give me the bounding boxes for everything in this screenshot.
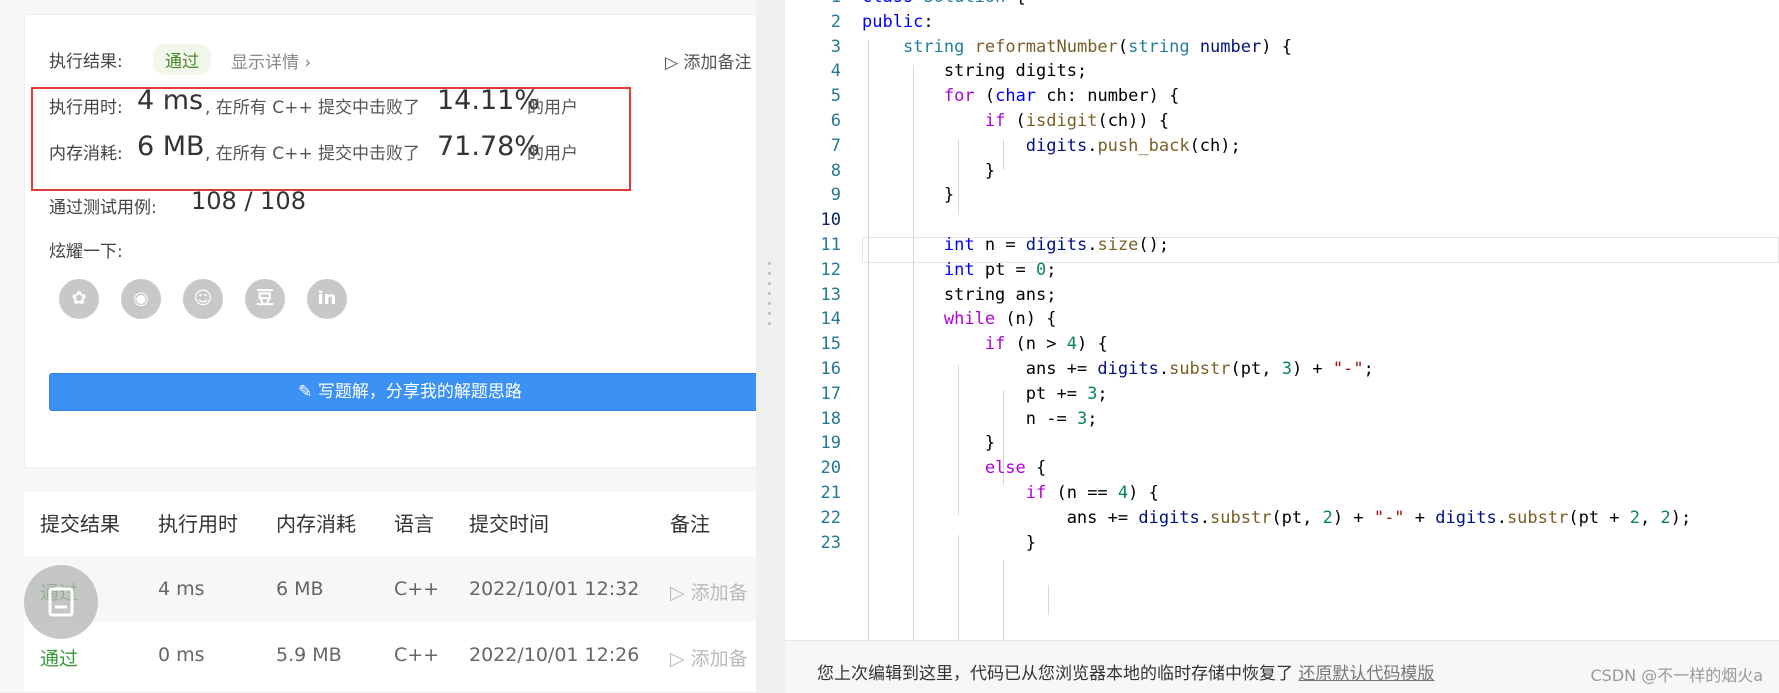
line-number: 4: [830, 61, 841, 82]
line-number: 13: [820, 284, 841, 305]
result-card: 执行结果: 通过 显示详情 › ▷ 添加备注 执行用时: 4 ms , 在所有 …: [24, 14, 756, 468]
submissions-table: 提交结果 执行用时 内存消耗 语言 提交时间 备注 通过 4 ms 6 MB C…: [24, 492, 756, 692]
line-number: 3: [830, 36, 841, 57]
pane-resize-handle[interactable]: [756, 0, 784, 692]
row-runtime: 0 ms: [158, 644, 205, 666]
row-date: 2022/10/01 12:32: [469, 578, 640, 600]
line-number: 19: [820, 433, 841, 454]
line-number: 16: [820, 359, 841, 379]
code-line[interactable]: }: [862, 433, 995, 453]
line-number: 9: [830, 185, 841, 206]
line-number: 17: [820, 383, 841, 404]
line-number: 7: [830, 135, 841, 156]
line-number: 11: [820, 235, 841, 255]
row-add-note[interactable]: ▷ 添加备: [670, 578, 748, 605]
code-line[interactable]: digits.push_back(ch);: [862, 136, 1241, 156]
code-line[interactable]: ans += digits.substr(pt, 3) + "-";: [862, 359, 1374, 379]
code-line[interactable]: string digits;: [862, 61, 1087, 81]
share-label: 炫耀一下:: [49, 242, 123, 262]
submission-panel: 执行结果: 通过 显示详情 › ▷ 添加备注 执行用时: 4 ms , 在所有 …: [0, 0, 756, 692]
row-language: C++: [394, 644, 440, 666]
code-line[interactable]: if (n == 4) {: [862, 483, 1159, 503]
header-language: 语言: [394, 512, 434, 536]
memory-beat-text: , 在所有 C++ 提交中击败了: [205, 144, 420, 164]
header-result: 提交结果: [40, 512, 120, 536]
code-line[interactable]: int n = digits.size();: [862, 235, 1169, 255]
code-line[interactable]: pt += 3;: [862, 384, 1108, 404]
line-number: 2: [830, 11, 841, 32]
code-editor[interactable]: 1 class Solution { 2 public: 3 string reform…: [785, 0, 1779, 640]
code-line[interactable]: }: [862, 185, 954, 205]
table-row[interactable]: 通过 0 ms 5.9 MB C++ 2022/10/01 12:26 ▷ 添加…: [24, 622, 756, 688]
result-label: 执行结果:: [49, 52, 123, 72]
code-line[interactable]: class Solution {: [862, 0, 1026, 7]
code-line[interactable]: int pt = 0;: [862, 260, 1057, 280]
line-number: 5: [830, 86, 841, 107]
restore-message: 您上次编辑到这里，代码已从您浏览器本地的临时存储中恢复了: [817, 664, 1293, 684]
row-runtime: 4 ms: [158, 578, 205, 600]
code-line[interactable]: }: [862, 533, 1036, 553]
restore-notice-bar: 您上次编辑到这里，代码已从您浏览器本地的临时存储中恢复了 还原默认代码模版 CS…: [785, 640, 1779, 693]
restore-notice: 您上次编辑到这里，代码已从您浏览器本地的临时存储中恢复了 还原默认代码模版: [817, 659, 1434, 684]
row-add-note[interactable]: ▷ 添加备: [670, 644, 748, 671]
line-number: 10: [820, 210, 841, 231]
line-number: 20: [820, 458, 841, 479]
row-date: 2022/10/01 12:26: [469, 644, 640, 666]
row-language: C++: [394, 578, 440, 600]
code-line[interactable]: while (n) {: [862, 309, 1057, 329]
status-badge: 通过: [153, 44, 211, 75]
header-submit-time: 提交时间: [469, 512, 549, 536]
memory-percent: 71.78%: [437, 131, 540, 162]
header-note: 备注: [670, 512, 710, 536]
runtime-suffix: 的用户: [527, 98, 578, 118]
write-solution-button[interactable]: ✎ 写题解，分享我的解题思路: [49, 373, 756, 411]
row-memory: 6 MB: [276, 578, 324, 600]
line-number: 21: [820, 483, 841, 503]
code-line[interactable]: n -= 3;: [862, 409, 1098, 429]
runtime-beat-text: , 在所有 C++ 提交中击败了: [205, 98, 420, 118]
runtime-value: 4 ms: [137, 85, 204, 116]
linkedin-icon[interactable]: in: [307, 279, 347, 319]
code-line[interactable]: if (isdigit(ch)) {: [862, 111, 1169, 131]
line-number: 14: [820, 309, 841, 330]
code-line[interactable]: ans += digits.substr(pt, 2) + "-" + digi…: [862, 508, 1692, 528]
header-runtime: 执行用时: [158, 512, 238, 536]
memory-label: 内存消耗:: [49, 144, 123, 164]
line-number: 6: [830, 111, 841, 131]
header-memory: 内存消耗: [276, 512, 356, 536]
tests-label: 通过测试用例:: [49, 198, 157, 218]
row-memory: 5.9 MB: [276, 644, 342, 666]
row-status[interactable]: 通过: [40, 644, 78, 671]
line-number: 23: [820, 532, 841, 553]
watermark: CSDN @不一样的烟火a: [1590, 666, 1763, 685]
code-line[interactable]: if (n > 4) {: [862, 334, 1108, 354]
line-number: 8: [830, 160, 841, 181]
runtime-label: 执行用时:: [49, 98, 123, 118]
wechat-icon[interactable]: ✿: [59, 279, 99, 319]
code-line[interactable]: for (char ch: number) {: [862, 86, 1179, 106]
add-note-button[interactable]: ▷ 添加备注: [665, 48, 751, 73]
line-number: 1: [785, 0, 841, 7]
memory-value: 6 MB: [137, 131, 205, 162]
notebook-icon: [48, 587, 74, 617]
code-line[interactable]: string ans;: [862, 285, 1057, 305]
weibo-icon[interactable]: ◉: [121, 279, 161, 319]
code-line[interactable]: else {: [862, 458, 1046, 478]
show-details-link[interactable]: 显示详情 ›: [231, 48, 311, 73]
code-line[interactable]: }: [862, 161, 995, 181]
tests-value: 108 / 108: [191, 187, 306, 215]
line-number: 12: [820, 259, 841, 280]
runtime-percent: 14.11%: [437, 85, 540, 116]
restore-default-template-link[interactable]: 还原默认代码模版: [1298, 664, 1434, 684]
code-line[interactable]: string reformatNumber(string number) {: [862, 37, 1292, 57]
line-number: 22: [820, 507, 841, 528]
douban-icon[interactable]: 豆: [245, 279, 285, 319]
table-row[interactable]: 通过 4 ms 6 MB C++ 2022/10/01 12:32 ▷ 添加备: [24, 556, 756, 622]
memory-suffix: 的用户: [527, 144, 578, 164]
qq-icon[interactable]: ☺: [183, 279, 223, 319]
line-number: 15: [820, 334, 841, 355]
code-line[interactable]: public:: [862, 12, 934, 32]
floating-notebook-button[interactable]: [24, 565, 98, 639]
line-number: 18: [820, 408, 841, 429]
